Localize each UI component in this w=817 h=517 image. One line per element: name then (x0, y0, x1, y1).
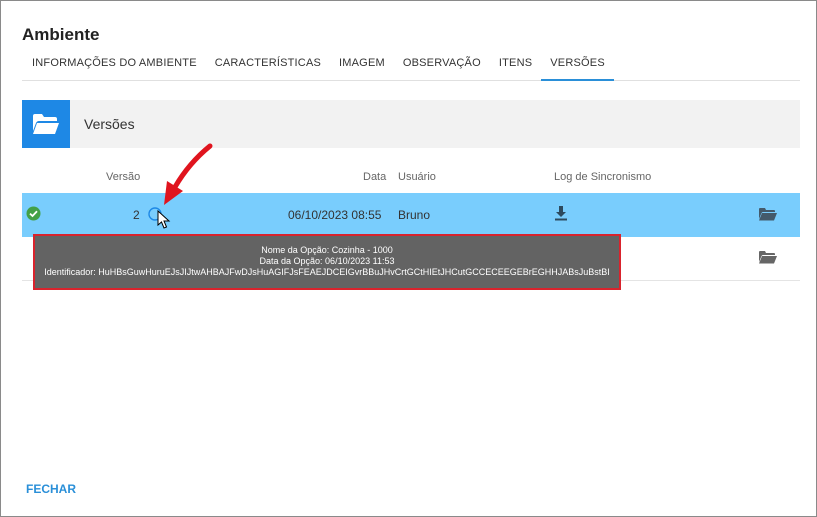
table-row[interactable]: 2 06/10/2023 08:55 Bruno (22, 193, 800, 237)
section-title: Versões (84, 116, 135, 132)
versao-value: 2 (133, 208, 140, 222)
table-header: Versão Data Usuário Log de Sincronismo (22, 171, 800, 185)
column-header-log: Log de Sincronismo (554, 171, 652, 183)
folder-open-icon (22, 100, 70, 148)
usuario-value: Bruno (398, 208, 431, 222)
check-circle-icon (26, 206, 41, 224)
section-header: Versões (22, 100, 800, 148)
tooltip-identificador: Identificador: HuHBsGuwHuruEJsJIJtwAHBAJ… (44, 267, 610, 277)
tab-informacoes-do-ambiente[interactable]: INFORMAÇÕES DO AMBIENTE (22, 49, 206, 81)
tab-imagem[interactable]: IMAGEM (330, 49, 394, 81)
folder-open-icon[interactable] (758, 250, 778, 267)
data-value: 06/10/2023 08:55 (288, 208, 382, 222)
dialog-title: Ambiente (22, 25, 100, 44)
tab-bar: INFORMAÇÕES DO AMBIENTE CARACTERÍSTICAS … (22, 49, 800, 81)
column-header-usuario: Usuário (398, 171, 436, 183)
mouse-cursor-icon (157, 209, 171, 235)
tab-observacao[interactable]: OBSERVAÇÃO (394, 49, 490, 81)
version-tooltip: Nome da Opção: Cozinha - 1000 Data da Op… (33, 234, 621, 290)
tab-caracteristicas[interactable]: CARACTERÍSTICAS (206, 49, 330, 81)
tab-itens[interactable]: ITENS (490, 49, 541, 81)
annotation-arrow-icon (151, 141, 217, 216)
dialog: Ambiente INFORMAÇÕES DO AMBIENTE CARACTE… (0, 0, 817, 517)
close-button[interactable]: FECHAR (26, 482, 76, 496)
column-header-versao: Versão (106, 171, 141, 183)
tooltip-data: Data da Opção: 06/10/2023 11:53 (259, 256, 395, 266)
tooltip-nome: Nome da Opção: Cozinha - 1000 (261, 245, 393, 255)
column-header-data: Data (363, 171, 387, 183)
download-icon[interactable] (554, 205, 568, 224)
folder-open-icon[interactable] (758, 207, 778, 224)
tab-versoes[interactable]: VERSÕES (541, 49, 614, 81)
